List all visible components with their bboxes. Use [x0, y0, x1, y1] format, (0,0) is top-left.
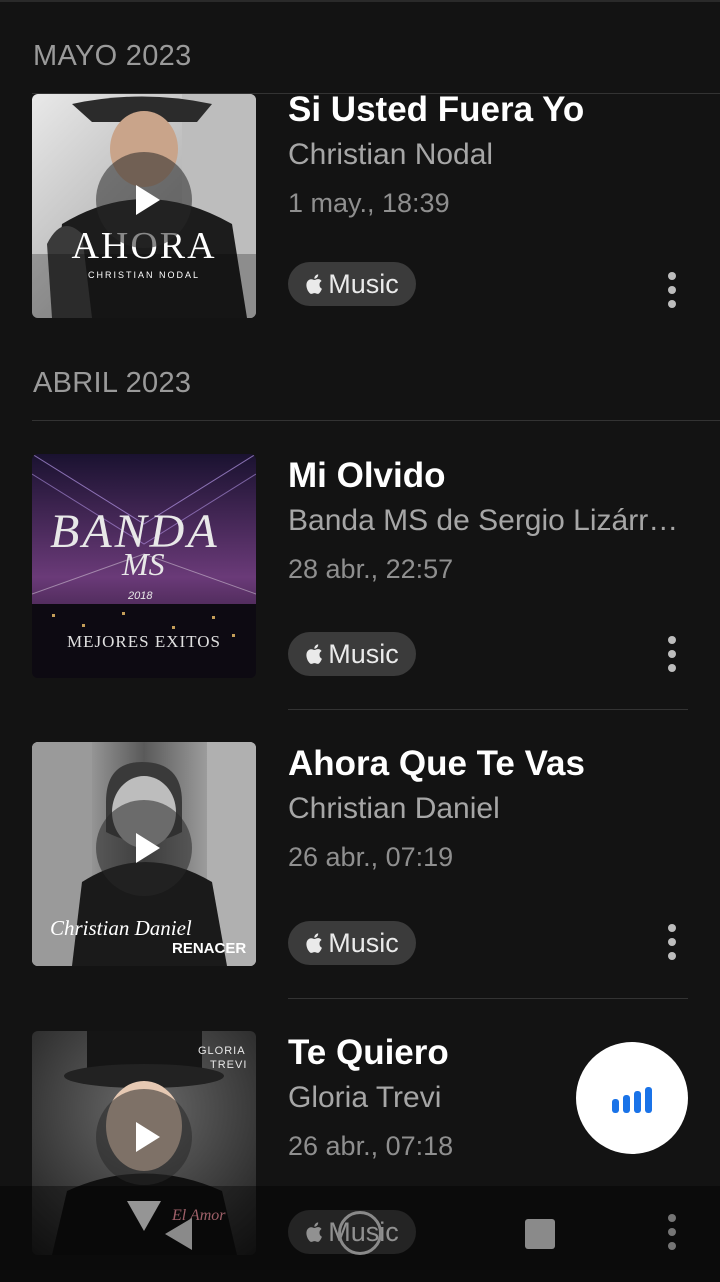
apple-logo-icon — [306, 933, 323, 953]
album-art-artist: Christian Daniel — [50, 916, 192, 940]
listen-fab-button[interactable] — [576, 1042, 688, 1154]
play-icon[interactable] — [96, 152, 192, 248]
album-art-subtitle: MS — [122, 546, 165, 582]
song-date: 28 abr., 22:57 — [288, 554, 454, 584]
apple-music-badge[interactable]: Music — [288, 262, 416, 306]
apple-music-badge[interactable]: Music — [288, 921, 416, 965]
section-divider — [32, 420, 720, 421]
apple-logo-icon — [306, 274, 323, 294]
album-art-artist-2: TREVI — [210, 1059, 248, 1071]
song-date: 1 may., 18:39 — [288, 188, 450, 218]
song-date: 26 abr., 07:18 — [288, 1131, 454, 1161]
play-icon[interactable] — [96, 1089, 192, 1185]
song-artist: Banda MS de Sergio Lizárraga — [288, 504, 688, 537]
album-art-caption: MEJORES EXITOS — [67, 632, 221, 651]
section-header-mayo-2023: MAYO 2023 — [33, 40, 192, 72]
recent-songs-screen: MAYO 2023 AHORA CHRISTIAN NODAL — [0, 0, 720, 1282]
item-divider — [288, 998, 688, 999]
song-item-si-usted-fuera-yo[interactable]: AHORA CHRISTIAN NODAL Si Usted Fuera Yo … — [0, 88, 720, 318]
play-icon[interactable] — [96, 800, 192, 896]
album-art[interactable]: AHORA CHRISTIAN NODAL — [32, 94, 256, 318]
more-vertical-icon[interactable] — [662, 636, 682, 672]
song-item-ahora-que-te-vas[interactable]: Christian Daniel RENACER Ahora Que Te Va… — [0, 742, 720, 966]
album-art-artist: CHRISTIAN NODAL — [87, 270, 200, 280]
equalizer-bar — [634, 1091, 641, 1113]
apple-logo-icon — [306, 644, 323, 664]
song-artist: Christian Nodal — [288, 138, 494, 171]
apple-music-badge[interactable]: Music — [288, 632, 416, 676]
section-header-abril-2023: ABRIL 2023 — [33, 367, 192, 399]
equalizer-bar — [623, 1095, 630, 1113]
album-art-year: 2018 — [128, 590, 153, 602]
top-divider — [0, 0, 720, 2]
recents-icon[interactable] — [525, 1219, 555, 1249]
song-title: Mi Olvido — [288, 456, 446, 495]
apple-music-label: Music — [328, 268, 399, 299]
album-art-title: RENACER — [172, 940, 247, 957]
song-item-mi-olvido[interactable]: BANDA MS 2018 MEJORES EXITOS Mi Olvido B… — [0, 454, 720, 678]
more-vertical-icon[interactable] — [662, 924, 682, 960]
item-divider — [288, 709, 688, 710]
apple-music-label: Music — [328, 638, 399, 669]
home-icon[interactable] — [338, 1211, 382, 1255]
equalizer-bar — [645, 1087, 652, 1113]
equalizer-bar — [612, 1099, 619, 1113]
apple-music-label: Music — [328, 927, 399, 958]
song-title: Ahora Que Te Vas — [288, 744, 585, 783]
song-date: 26 abr., 07:19 — [288, 842, 454, 872]
back-icon[interactable] — [165, 1218, 192, 1250]
album-art-artist: GLORIA — [198, 1045, 246, 1057]
more-vertical-icon[interactable] — [662, 272, 682, 308]
song-title: Si Usted Fuera Yo — [288, 90, 585, 129]
song-artist: Christian Daniel — [288, 792, 500, 825]
album-art[interactable]: BANDA MS 2018 MEJORES EXITOS — [32, 454, 256, 678]
album-art[interactable]: Christian Daniel RENACER — [32, 742, 256, 966]
